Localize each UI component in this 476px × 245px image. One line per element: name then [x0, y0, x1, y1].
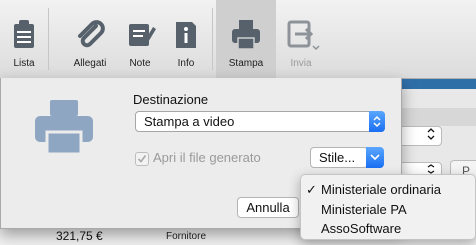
- menu-item-ministeriale-ordinaria[interactable]: ✓ Ministeriale ordinaria: [301, 181, 475, 199]
- toolbar-button-stampa[interactable]: Stampa: [216, 0, 276, 78]
- toolbar-label-note: Note: [129, 58, 151, 69]
- open-file-label: Apri il file generato: [153, 150, 261, 165]
- notes-icon: [129, 24, 156, 46]
- cancel-button[interactable]: Annulla: [237, 197, 299, 218]
- destination-value: Stampa a video: [144, 114, 235, 129]
- printer-icon: [35, 100, 93, 156]
- menu-item-label: Ministeriale ordinaria: [321, 182, 441, 197]
- updown-chevron-icon: [373, 115, 381, 128]
- background-amount: 321,75 €: [56, 229, 103, 243]
- style-button[interactable]: Stile...: [310, 147, 368, 168]
- toolbar-label-stampa: Stampa: [228, 58, 264, 69]
- info-icon: [176, 22, 196, 48]
- updown-chevron-icon: [427, 128, 435, 140]
- paperclip-icon: [78, 20, 105, 48]
- toolbar: Lista Allegati Note Info Stampa Invia: [0, 0, 476, 79]
- updown-chevron-icon: [427, 164, 435, 174]
- style-dropdown-arrow[interactable]: [366, 147, 384, 168]
- toolbar-label-lista: Lista: [13, 58, 35, 69]
- toolbar-button-invia[interactable]: Invia: [280, 0, 322, 78]
- toolbar-separator: [212, 8, 213, 70]
- menu-item-label: Ministeriale PA: [321, 202, 407, 217]
- toolbar-label-allegati: Allegati: [73, 58, 107, 69]
- toolbar-button-allegati[interactable]: Allegati: [68, 0, 112, 78]
- printer-icon: [232, 20, 260, 50]
- menu-item-ministeriale-pa[interactable]: Ministeriale PA: [301, 201, 475, 219]
- destination-stepper[interactable]: [369, 111, 385, 132]
- destination-select[interactable]: Stampa a video: [135, 111, 385, 132]
- checkmark-icon: [137, 155, 147, 163]
- menu-item-label: AssoSoftware: [321, 221, 402, 236]
- toolbar-label-invia: Invia: [290, 58, 312, 69]
- toolbar-separator: [48, 8, 49, 70]
- background-supplier-label: Fornitore: [166, 231, 207, 242]
- toolbar-button-info[interactable]: Info: [168, 0, 204, 78]
- toolbar-button-note[interactable]: Note: [122, 0, 158, 78]
- style-menu: ✓ Ministeriale ordinaria Ministeriale PA…: [300, 174, 476, 240]
- toolbar-button-lista[interactable]: Lista: [0, 0, 48, 78]
- open-file-checkbox[interactable]: [135, 152, 149, 166]
- chevron-down-icon: [370, 154, 380, 161]
- background-select[interactable]: [398, 126, 442, 146]
- destination-label: Destinazione: [133, 92, 209, 107]
- menu-item-assosoftware[interactable]: AssoSoftware: [301, 220, 475, 238]
- clipboard-list-icon: [14, 20, 34, 48]
- toolbar-label-info: Info: [177, 58, 195, 69]
- checkmark-icon: ✓: [306, 182, 317, 197]
- send-icon: [287, 20, 320, 51]
